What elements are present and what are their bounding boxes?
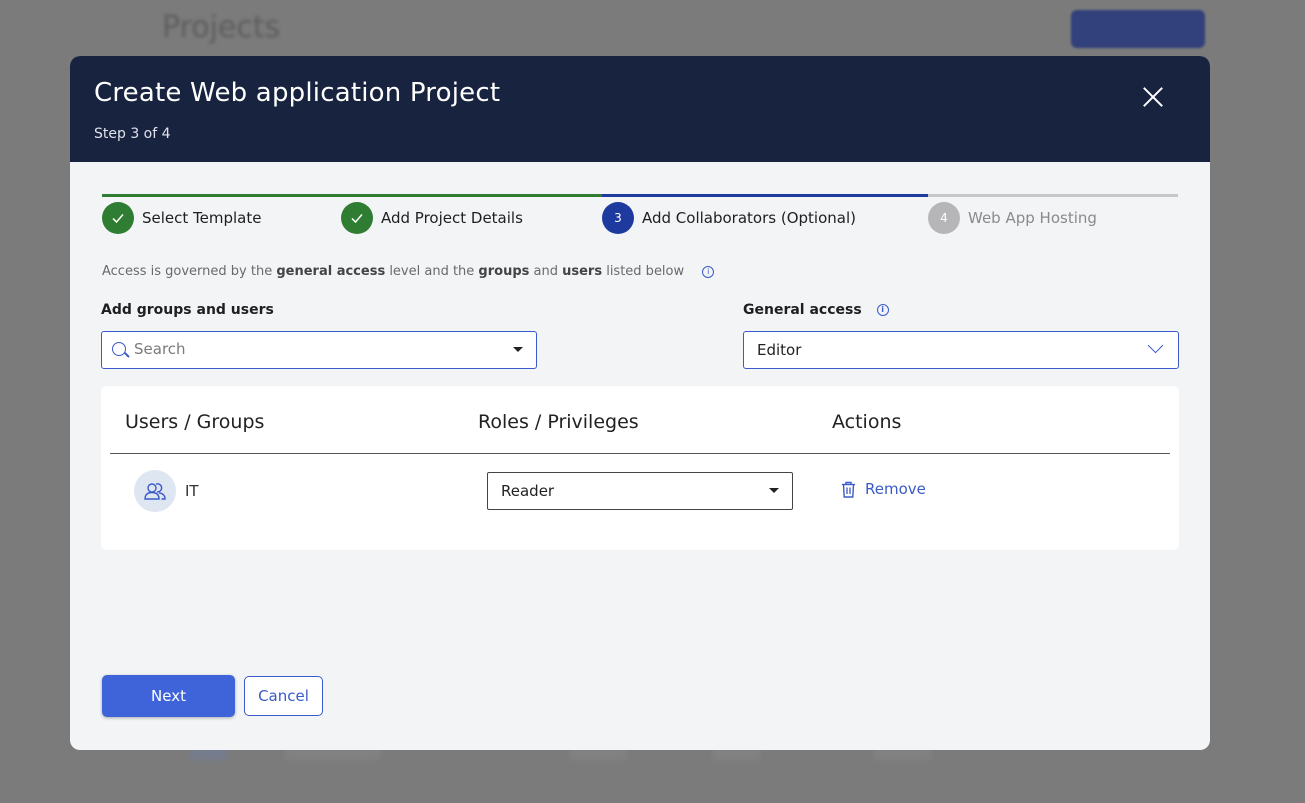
- step-add-project-details: Add Project Details: [341, 202, 523, 234]
- stepper-progress-complete: [102, 194, 602, 197]
- info-icon[interactable]: i: [876, 304, 889, 316]
- info-text-bold: general access: [276, 264, 386, 279]
- role-value: Reader: [501, 482, 555, 500]
- add-groups-search[interactable]: [101, 331, 537, 369]
- step-add-collaborators: 3 Add Collaborators (Optional): [602, 202, 856, 234]
- background-primary-button: [1071, 10, 1205, 48]
- general-access-label: General access i: [743, 302, 889, 318]
- create-project-dialog: Create Web application Project Step 3 of…: [70, 56, 1210, 750]
- access-info-text: Access is governed by the general access…: [102, 264, 715, 279]
- caret-down-icon: [769, 488, 779, 493]
- step-label: Select Template: [142, 209, 262, 227]
- next-button[interactable]: Next: [102, 675, 235, 717]
- trash-icon: [842, 481, 855, 498]
- dialog-header: Create Web application Project Step 3 of…: [70, 56, 1210, 162]
- caret-down-icon[interactable]: [513, 347, 523, 352]
- stepper: Select Template Add Project Details 3 Ad…: [102, 194, 1178, 234]
- column-header-actions: Actions: [832, 411, 902, 433]
- collaborators-table: Users / Groups Roles / Privileges Action…: [101, 386, 1179, 550]
- check-icon: [102, 202, 134, 234]
- info-text-part: listed below: [602, 264, 685, 279]
- stepper-progress-pending: [928, 194, 1178, 197]
- collaborator-name: IT: [185, 482, 199, 500]
- general-access-select[interactable]: Editor: [743, 331, 1179, 369]
- general-access-value: Editor: [757, 341, 802, 359]
- close-icon[interactable]: [1138, 82, 1168, 112]
- info-text-part: Access is governed by the: [102, 264, 277, 279]
- step-label: Add Collaborators (Optional): [642, 209, 856, 227]
- info-text-bold: groups: [478, 264, 530, 279]
- step-select-template: Select Template: [102, 202, 262, 234]
- check-icon: [341, 202, 373, 234]
- info-text-part: and: [529, 264, 563, 279]
- dialog-title: Create Web application Project: [94, 78, 501, 108]
- step-number: 3: [602, 202, 634, 234]
- remove-label: Remove: [865, 480, 926, 498]
- group-avatar: [134, 470, 176, 512]
- background-page-title: Projects: [162, 10, 281, 45]
- group-icon: [144, 483, 166, 500]
- info-text-part: level and the: [385, 264, 479, 279]
- column-header-users: Users / Groups: [125, 411, 265, 433]
- general-access-label-text: General access: [743, 302, 862, 318]
- search-input[interactable]: [132, 339, 496, 359]
- info-text-bold: users: [562, 264, 603, 279]
- table-header-divider: [110, 453, 1170, 454]
- role-select[interactable]: Reader: [487, 472, 793, 510]
- search-icon: [112, 342, 126, 356]
- step-web-app-hosting: 4 Web App Hosting: [928, 202, 1097, 234]
- stepper-progress-active: [602, 194, 928, 197]
- add-groups-label: Add groups and users: [101, 302, 274, 318]
- step-label: Web App Hosting: [968, 209, 1097, 227]
- chevron-down-icon: [1147, 337, 1164, 354]
- step-number: 4: [928, 202, 960, 234]
- remove-button[interactable]: Remove: [841, 480, 926, 498]
- step-indicator-text: Step 3 of 4: [94, 126, 171, 142]
- info-icon[interactable]: i: [702, 265, 715, 278]
- step-label: Add Project Details: [381, 209, 523, 227]
- column-header-roles: Roles / Privileges: [478, 411, 639, 433]
- cancel-button[interactable]: Cancel: [244, 676, 323, 716]
